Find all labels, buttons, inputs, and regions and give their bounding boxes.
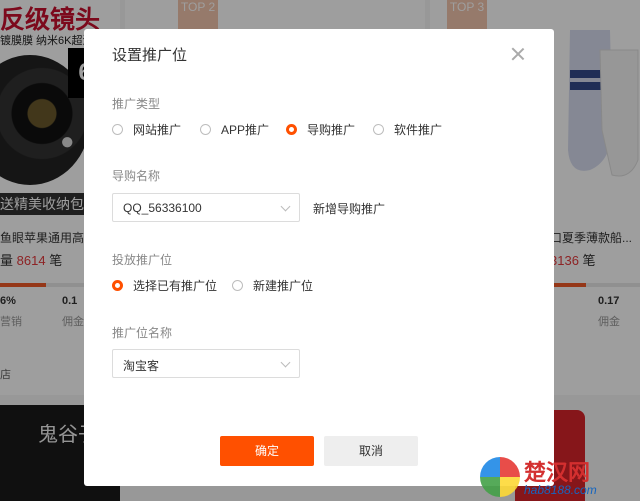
radio-label: 软件推广 — [394, 122, 443, 137]
radio-label: APP推广 — [221, 122, 270, 137]
radio-circle-icon — [112, 123, 123, 135]
position-name-label: 推广位名称 — [112, 326, 173, 340]
cancel-button[interactable]: 取消 — [324, 436, 418, 466]
radio-label: 新建推广位 — [253, 278, 314, 293]
set-promotion-dialog: 设置推广位 推广类型 网站推广 APP推广 导购推广 软件推广 导购名称 QQ_… — [84, 29, 554, 486]
radio-label: 网站推广 — [133, 122, 182, 137]
add-guide-promo-link[interactable]: 新增导购推广 — [313, 200, 385, 217]
radio-new-position[interactable]: 新建推广位 — [232, 277, 313, 293]
guide-name-label: 导购名称 — [112, 169, 161, 183]
dialog-header: 设置推广位 — [84, 29, 554, 74]
select-value: 淘宝客 — [123, 359, 160, 373]
watermark-url: hab8188.com — [524, 483, 597, 497]
radio-circle-icon — [232, 279, 243, 291]
watermark-logo-icon — [480, 457, 520, 497]
select-value: QQ_56336100 — [123, 201, 202, 215]
radio-label: 选择已有推广位 — [133, 278, 218, 293]
radio-website-promo[interactable]: 网站推广 — [112, 121, 181, 137]
radio-circle-icon — [373, 123, 384, 135]
chevron-down-icon — [280, 357, 291, 368]
position-name-select[interactable]: 淘宝客 — [112, 349, 300, 378]
confirm-button[interactable]: 确定 — [220, 436, 314, 466]
promo-type-label: 推广类型 — [112, 97, 161, 111]
site-watermark: 楚汉网 hab8188.com — [480, 455, 640, 501]
radio-app-promo[interactable]: APP推广 — [200, 121, 269, 137]
radio-circle-icon — [200, 123, 211, 135]
chevron-down-icon — [280, 201, 291, 212]
radio-guide-promo[interactable]: 导购推广 — [286, 121, 355, 137]
guide-name-select[interactable]: QQ_56336100 — [112, 193, 300, 222]
radio-existing-position[interactable]: 选择已有推广位 — [112, 277, 217, 293]
radio-selected-icon — [112, 279, 123, 291]
close-icon[interactable] — [509, 45, 527, 63]
placement-label: 投放推广位 — [112, 253, 173, 267]
radio-selected-icon — [286, 123, 297, 135]
radio-label: 导购推广 — [307, 122, 356, 137]
radio-software-promo[interactable]: 软件推广 — [373, 121, 442, 137]
dialog-title: 设置推广位 — [112, 47, 188, 64]
